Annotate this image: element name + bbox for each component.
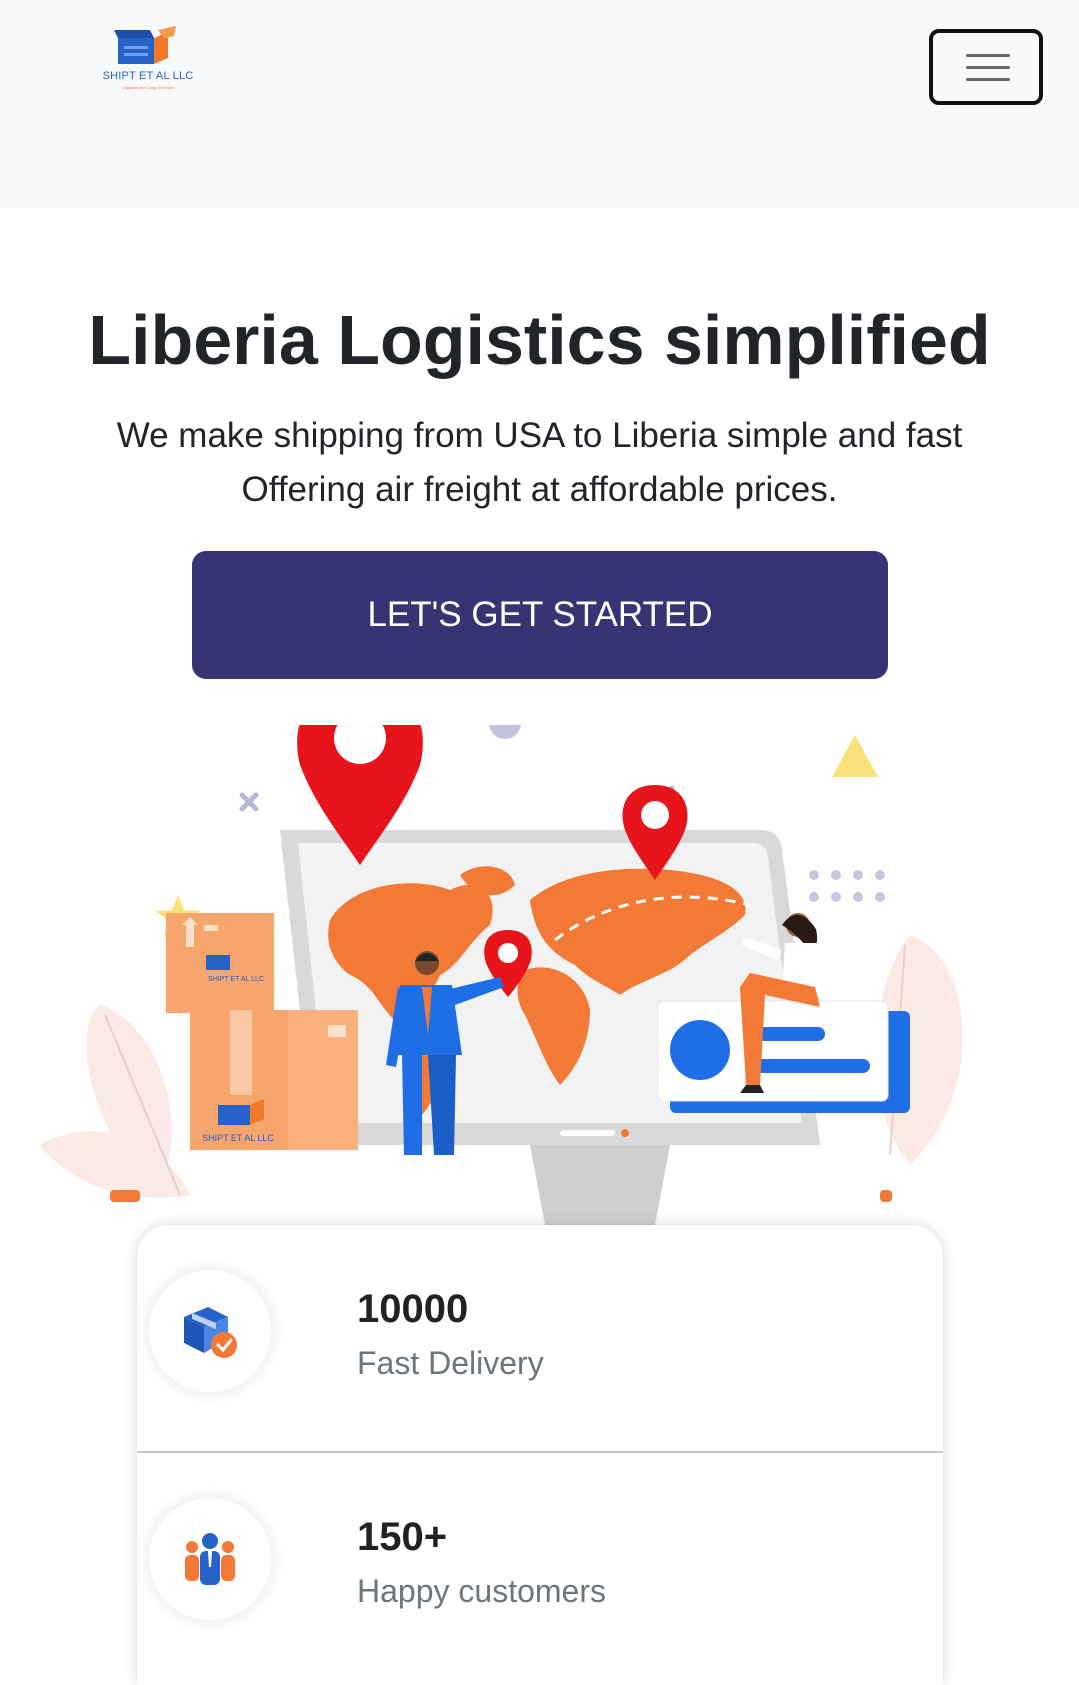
dots-decoration [809,870,885,902]
customers-icon [185,1533,235,1585]
stat-row-deliveries: 10000 Fast Delivery [137,1225,943,1451]
logistics-illustration: SHIPT ET AL LLC SHIPT ET AL LLC [40,725,963,1225]
logo-box-icon [114,26,176,64]
menu-toggle-button[interactable] [929,29,1043,105]
stats-card: 10000 Fast Delivery 150+ Happy customers [137,1225,943,1685]
hero-subtitle-line-1: We make shipping from USA to Liberia sim… [116,416,963,455]
brand-name: SHIPT ET AL LLC [102,70,194,82]
circle-decoration [489,725,521,739]
brand-logo[interactable]: SHIPT ET AL LLC Logistics and Cargo Serv… [98,26,198,98]
info-card-icon [657,1000,910,1113]
brand-tagline: Logistics and Cargo Services [122,85,174,90]
cross-decoration [239,785,675,812]
navbar: SHIPT ET AL LLC Logistics and Cargo Serv… [0,0,1079,208]
hero-subtitle-line-2: Offering air freight at affordable price… [241,470,838,509]
get-started-button[interactable]: LET'S GET STARTED [192,551,888,679]
hero-title: Liberia Logistics simplified [88,301,991,379]
stat-icon-container [149,1270,271,1392]
stat-value: 10000 [357,1287,469,1331]
stat-label: Fast Delivery [357,1345,544,1381]
stat-label: Happy customers [357,1573,606,1609]
leaf-left-decoration [40,1005,190,1198]
hamburger-icon [966,54,1010,57]
stat-icon-container [149,1498,271,1620]
box-label-top: SHIPT ET AL LLC [208,976,264,983]
stat-value: 150+ [357,1515,448,1559]
stat-row-customers: 150+ Happy customers [137,1451,943,1679]
box-label-bottom: SHIPT ET AL LLC [202,1133,274,1143]
triangle-decoration [832,735,878,777]
delivery-box-icon [184,1307,237,1358]
hero-subtitle: We make shipping from USA to Liberia sim… [0,409,1079,517]
